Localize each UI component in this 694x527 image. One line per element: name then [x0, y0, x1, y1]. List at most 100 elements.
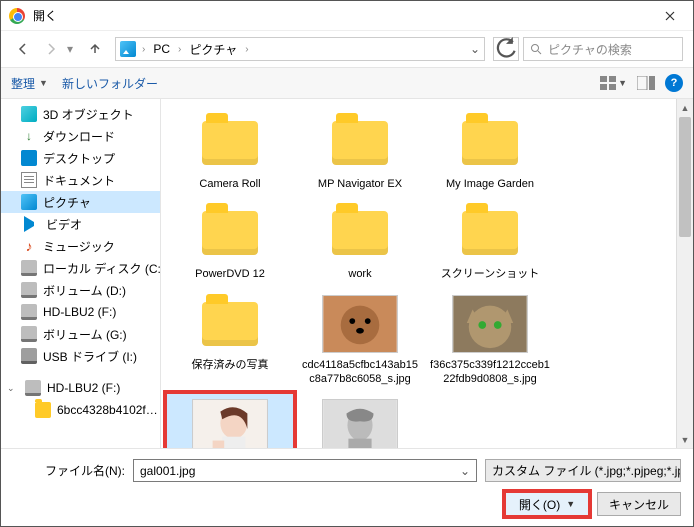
chevron-down-icon: ▼ — [618, 78, 627, 88]
folder-icon — [21, 326, 37, 342]
navbar: ▾ › PC › ピクチャ › ⌄ ピクチャの検索 — [1, 31, 693, 67]
breadcrumb-pc[interactable]: PC — [151, 42, 172, 56]
folder-icon — [35, 402, 51, 418]
chevron-down-icon[interactable]: ⌄ — [460, 464, 470, 478]
tree-item-label: HD-LBU2 (F:) — [47, 381, 120, 395]
split-dropdown-icon[interactable]: ▼ — [566, 499, 575, 509]
address-bar[interactable]: › PC › ピクチャ › ⌄ — [115, 37, 485, 61]
folder-icon — [21, 260, 37, 276]
scrollbar-thumb[interactable] — [679, 117, 691, 237]
footer: ファイル名(N): gal001.jpg ⌄ カスタム ファイル (*.jpg;… — [1, 448, 693, 526]
scroll-up-button[interactable]: ▲ — [677, 99, 693, 116]
tree-item[interactable]: HD-LBU2 (F:) — [1, 301, 160, 323]
tree-item[interactable]: ドキュメント — [1, 169, 160, 191]
window-title: 開く — [33, 7, 647, 24]
address-dropdown[interactable]: ⌄ — [470, 42, 480, 56]
item-label: 保存済みの写真 — [192, 358, 269, 372]
refresh-button[interactable] — [493, 37, 519, 61]
tree-item-label: USB ドライブ (I:) — [43, 348, 137, 365]
up-button[interactable] — [83, 37, 107, 61]
tree-item-label: デスクトップ — [43, 150, 115, 167]
file-item[interactable]: f36c375c339f1212cceb122fdb9d0808_s.jpg — [425, 288, 555, 393]
thumbnail — [321, 203, 399, 263]
help-button[interactable]: ? — [665, 74, 683, 92]
filename-label: ファイル名(N): — [13, 462, 125, 479]
item-label: work — [348, 267, 371, 281]
forward-button[interactable] — [39, 37, 63, 61]
tree-item-label: ボリューム (G:) — [43, 326, 127, 343]
chevron-right-icon: › — [243, 44, 250, 55]
file-item[interactable]: cdc4118a5cfbc143ab15c8a77b8c6058_s.jpg — [295, 288, 425, 393]
tree-item[interactable]: 3D オブジェクト — [1, 103, 160, 125]
file-item[interactable]: gal001.jpg — [165, 392, 295, 448]
search-placeholder: ピクチャの検索 — [548, 41, 632, 58]
tree-item[interactable]: ローカル ディスク (C:) — [1, 257, 160, 279]
tree-item[interactable]: ⌄ HD-LBU2 (F:) — [1, 377, 160, 399]
breadcrumb-folder[interactable]: ピクチャ — [187, 41, 239, 58]
folder-item[interactable]: work — [295, 197, 425, 287]
thumbnail — [191, 203, 269, 263]
collapse-icon[interactable]: ⌄ — [7, 383, 17, 394]
folder-icon: ↓ — [21, 128, 37, 144]
view-options-button[interactable] — [598, 72, 620, 94]
folder-icon — [21, 194, 37, 210]
folder-item[interactable]: 保存済みの写真 — [165, 288, 295, 393]
chevron-right-icon: › — [176, 44, 183, 55]
scroll-down-button[interactable]: ▼ — [677, 431, 693, 448]
folder-icon — [21, 172, 37, 188]
folder-item[interactable]: PowerDVD 12 — [165, 197, 295, 287]
preview-pane-button[interactable] — [635, 72, 657, 94]
tree-item[interactable]: USB ドライブ (I:) — [1, 345, 160, 367]
tree-item-label: ピクチャ — [43, 194, 91, 211]
tree-item[interactable]: 6bcc4328b4102f… — [1, 399, 160, 421]
scrollbar-vertical[interactable]: ▲ ▼ — [676, 99, 693, 448]
toolbar: 整理 ▼ 新しいフォルダー ▼ ? — [1, 67, 693, 99]
close-button[interactable] — [647, 1, 693, 31]
thumbnail — [451, 294, 529, 354]
cancel-button[interactable]: キャンセル — [597, 492, 681, 516]
history-dropdown[interactable]: ▾ — [67, 42, 79, 56]
tree-item-label: 3D オブジェクト — [43, 106, 134, 123]
folder-icon: ♪ — [21, 238, 37, 254]
tree-item[interactable]: ♪ミュージック — [1, 235, 160, 257]
folder-icon — [24, 216, 40, 232]
folder-icon — [21, 150, 37, 166]
folder-item[interactable]: My Image Garden — [425, 107, 555, 197]
file-item[interactable]: Norma_jean_71.jpg — [295, 392, 425, 448]
folder-icon — [21, 304, 37, 320]
tree-item[interactable]: デスクトップ — [1, 147, 160, 169]
tree-item-label: ダウンロード — [43, 128, 115, 145]
chevron-right-icon: › — [140, 44, 147, 55]
folder-icon — [21, 282, 37, 298]
folder-item[interactable]: MP Navigator EX — [295, 107, 425, 197]
tree-item-label: ドキュメント — [43, 172, 115, 189]
item-label: f36c375c339f1212cceb122fdb9d0808_s.jpg — [430, 358, 550, 387]
tree-item[interactable]: ピクチャ — [1, 191, 160, 213]
thumbnail — [321, 113, 399, 173]
folder-item[interactable]: スクリーンショット — [425, 197, 555, 287]
tree-item[interactable]: ボリューム (D:) — [1, 279, 160, 301]
thumbnail — [321, 398, 399, 448]
drive-icon — [25, 380, 41, 396]
tree-item[interactable]: ↓ ダウンロード — [1, 125, 160, 147]
tree-item[interactable]: ビデオ — [1, 213, 160, 235]
location-icon — [120, 41, 136, 57]
filetype-filter[interactable]: カスタム ファイル (*.jpg;*.pjpeg;*.jp ⌄ — [485, 459, 681, 482]
search-box[interactable]: ピクチャの検索 — [523, 37, 683, 61]
organize-menu[interactable]: 整理 — [11, 75, 35, 92]
item-label: MP Navigator EX — [318, 177, 402, 191]
thumbnail — [321, 294, 399, 354]
filename-value: gal001.jpg — [140, 464, 195, 478]
thumbnail — [191, 294, 269, 354]
folder-item[interactable]: Camera Roll — [165, 107, 295, 197]
tree-item[interactable]: ボリューム (G:) — [1, 323, 160, 345]
main-area: 3D オブジェクト ↓ ダウンロードデスクトップドキュメントピクチャビデオ♪ミュージ… — [1, 99, 693, 448]
item-label: PowerDVD 12 — [195, 267, 265, 281]
new-folder-button[interactable]: 新しいフォルダー — [62, 75, 158, 92]
tree-item-label: ローカル ディスク (C:) — [43, 260, 160, 277]
open-button[interactable]: 開く(O) ▼ — [505, 492, 589, 516]
item-label: スクリーンショット — [441, 267, 539, 281]
filename-input[interactable]: gal001.jpg ⌄ — [133, 459, 477, 482]
back-button[interactable] — [11, 37, 35, 61]
thumbnail — [191, 113, 269, 173]
